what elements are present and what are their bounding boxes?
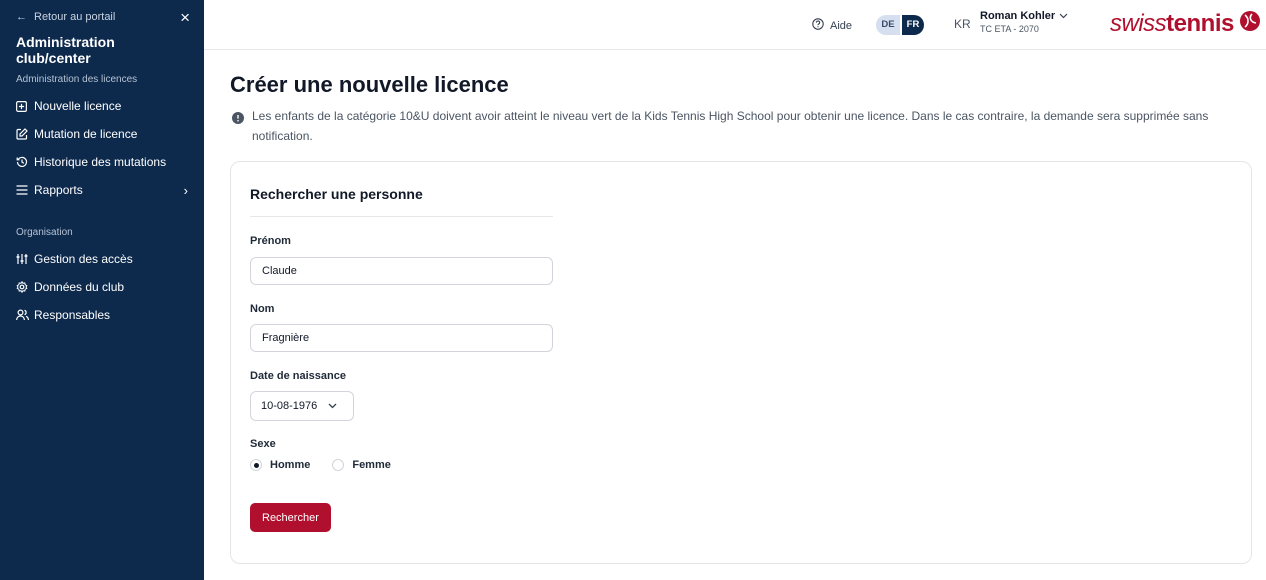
sidebar-item-label: Responsables <box>34 308 111 322</box>
sidebar-item-label: Gestion des accès <box>34 252 133 266</box>
logo-text-light: swiss <box>1110 9 1167 37</box>
user-name-row: Roman Kohler <box>980 10 1068 22</box>
history-icon <box>16 156 34 168</box>
sidebar-item-rapports[interactable]: Rapports › <box>0 176 204 204</box>
plus-square-icon <box>16 100 34 112</box>
radio-homme[interactable] <box>250 459 262 471</box>
search-person-card: Rechercher une personne Prénom Nom Date … <box>230 161 1252 564</box>
chevron-down-icon <box>1059 10 1068 22</box>
sidebar-item-label: Données du club <box>34 280 125 294</box>
radio-label-homme[interactable]: Homme <box>270 459 310 471</box>
sidebar-item-label: Rapports <box>34 183 83 197</box>
sex-label: Sexe <box>250 438 276 450</box>
top-header: Aide DE FR KR Roman Kohler TC ETA - 2070… <box>204 0 1266 50</box>
notice-text: Les enfants de la catégorie 10&U doivent… <box>252 109 1209 143</box>
sidebar-title: Administration club/center <box>16 34 115 66</box>
sidebar-top: ← Retour au portail × <box>0 0 204 34</box>
birthdate-label: Date de naissance <box>250 370 346 382</box>
notice-message: Les enfants de la catégorie 10&U doivent… <box>232 106 1252 146</box>
sidebar-section-title: Administration des licences <box>16 74 138 85</box>
swisstennis-logo: swisstennis <box>1110 10 1261 37</box>
search-button[interactable]: Rechercher <box>250 503 331 532</box>
radio-femme[interactable] <box>332 459 345 471</box>
chevron-down-icon <box>328 400 337 412</box>
edit-icon <box>16 128 34 140</box>
list-icon <box>16 185 34 195</box>
app-root: ← Retour au portail × Administration clu… <box>0 0 1266 580</box>
sidebar-section-title: Organisation <box>16 227 73 238</box>
lastname-label: Nom <box>250 303 275 315</box>
lang-de-button[interactable]: DE <box>876 15 900 35</box>
sliders-icon <box>16 253 34 265</box>
sidebar-item-donnees-club[interactable]: Données du club <box>0 273 204 301</box>
sidebar-item-gestion-acces[interactable]: Gestion des accès <box>0 245 204 273</box>
user-club: TC ETA - 2070 <box>980 24 1039 34</box>
back-to-portal-label: Retour au portail <box>34 11 116 23</box>
language-switch: DE FR <box>876 15 924 35</box>
user-name: Roman Kohler <box>980 10 1056 22</box>
help-circle-icon <box>812 18 824 33</box>
card-divider <box>250 216 553 217</box>
chevron-right-icon: › <box>183 182 188 198</box>
user-initials: KR <box>954 17 971 31</box>
gear-icon <box>16 281 34 293</box>
back-to-portal-link[interactable]: ← Retour au portail <box>16 11 115 23</box>
user-menu[interactable]: Roman Kohler TC ETA - 2070 <box>980 10 1068 34</box>
sidebar-item-label: Historique des mutations <box>34 155 167 169</box>
lang-fr-button[interactable]: FR <box>902 15 924 35</box>
tennis-ball-icon <box>1239 10 1261 37</box>
lastname-input[interactable] <box>250 324 553 352</box>
logo-text: swisstennis <box>1110 9 1234 37</box>
help-label: Aide <box>830 19 853 32</box>
info-icon <box>232 110 244 146</box>
page-title: Créer une nouvelle licence <box>230 72 509 97</box>
sex-radio-group: Homme Femme <box>250 459 413 471</box>
firstname-label: Prénom <box>250 235 291 247</box>
radio-dot <box>253 462 259 468</box>
users-icon <box>16 309 34 321</box>
birthdate-value: 10-08-1976 <box>261 400 318 412</box>
close-icon[interactable]: × <box>180 9 190 26</box>
birthdate-select[interactable]: 10-08-1976 <box>250 391 354 421</box>
sidebar: ← Retour au portail × Administration clu… <box>0 0 204 580</box>
sidebar-item-label: Mutation de licence <box>34 127 138 141</box>
arrow-left-icon: ← <box>16 11 27 23</box>
logo-text-bold: tennis <box>1166 9 1234 37</box>
radio-label-femme[interactable]: Femme <box>352 459 391 471</box>
sidebar-item-label: Nouvelle licence <box>34 99 122 113</box>
sidebar-item-nouvelle-licence[interactable]: Nouvelle licence <box>0 92 204 120</box>
sidebar-item-responsables[interactable]: Responsables <box>0 301 204 329</box>
firstname-input[interactable] <box>250 257 553 285</box>
card-title: Rechercher une personne <box>250 186 423 202</box>
sidebar-item-mutation-licence[interactable]: Mutation de licence <box>0 120 204 148</box>
help-link[interactable]: Aide <box>812 18 852 33</box>
sidebar-item-historique[interactable]: Historique des mutations <box>0 148 204 176</box>
